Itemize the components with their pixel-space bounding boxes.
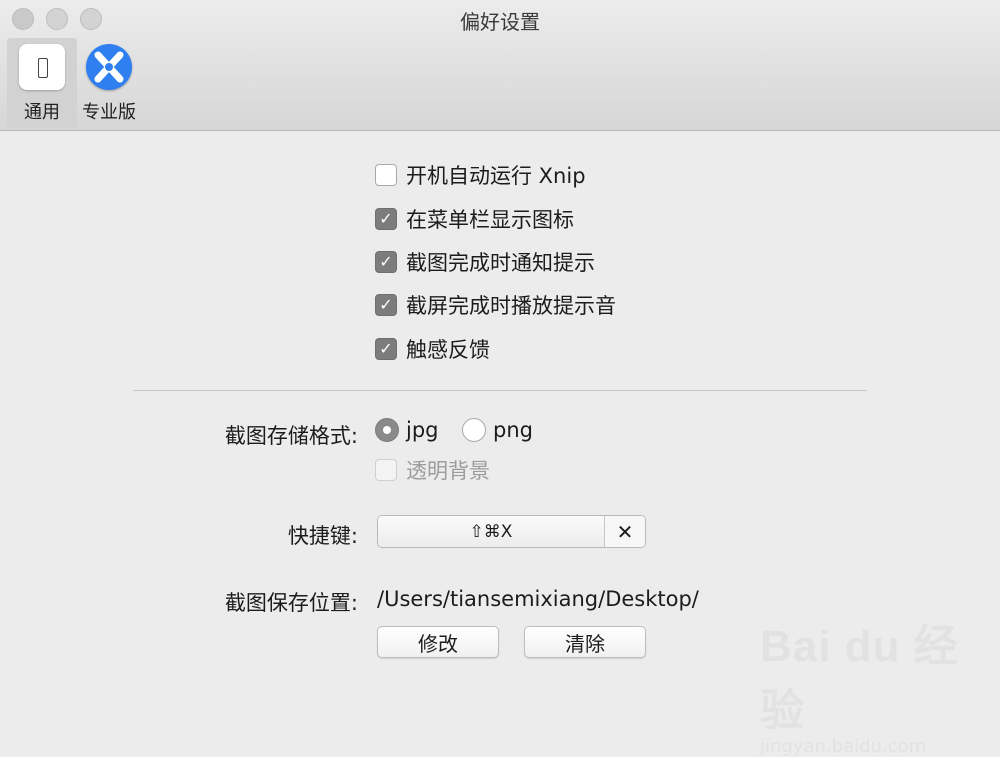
general-icon xyxy=(19,44,65,90)
checkbox-screenshot-notification[interactable]: ✓ xyxy=(375,251,397,273)
checkbox-transparent-background xyxy=(375,459,397,481)
checkbox-play-sound[interactable]: ✓ xyxy=(375,294,397,316)
option-label: 触感反馈 xyxy=(406,338,490,362)
clear-location-button[interactable]: 清除 xyxy=(524,626,646,658)
watermark-brand: Bai du 经验 xyxy=(760,622,959,735)
window-title: 偏好设置 xyxy=(460,10,540,34)
xnip-pro-icon xyxy=(86,44,132,90)
option-label: 在菜单栏显示图标 xyxy=(406,208,574,232)
checkbox-haptic-feedback[interactable]: ✓ xyxy=(375,338,397,360)
tab-general-label: 通用 xyxy=(24,102,60,123)
watermark-url: jingyan.baidu.com xyxy=(760,736,927,757)
option-label: 截图完成时通知提示 xyxy=(406,251,595,275)
option-menubar-icon[interactable]: ✓ 在菜单栏显示图标 xyxy=(375,205,574,233)
radio-jpg-label: jpg xyxy=(406,418,439,442)
tab-pro-label: 专业版 xyxy=(82,102,136,123)
option-screenshot-notification[interactable]: ✓ 截图完成时通知提示 xyxy=(375,248,595,276)
shortcut-keys[interactable]: ⇧⌘X xyxy=(378,516,605,547)
clear-shortcut-icon[interactable]: ✕ xyxy=(605,516,645,547)
section-divider xyxy=(133,390,867,391)
modify-location-button[interactable]: 修改 xyxy=(377,626,499,658)
radio-png-label: png xyxy=(493,418,533,442)
checkbox-menubar-icon[interactable]: ✓ xyxy=(375,208,397,230)
tab-general[interactable]: 通用 xyxy=(7,38,77,128)
checkbox-launch-at-login[interactable] xyxy=(375,164,397,186)
radio-png-button[interactable] xyxy=(462,418,486,442)
option-label: 透明背景 xyxy=(406,459,490,483)
preferences-window: 偏好设置 通用 专业版 开机自动运行 Xnip ✓ 在菜单栏显示图标 ✓ 截图完… xyxy=(0,0,1000,757)
save-location-label: 截图保存位置: xyxy=(224,591,358,615)
option-label: 截屏完成时播放提示音 xyxy=(406,294,616,318)
radio-jpg-button[interactable] xyxy=(375,418,399,442)
titlebar: 偏好设置 通用 专业版 xyxy=(0,0,1000,131)
option-launch-at-login[interactable]: 开机自动运行 Xnip xyxy=(375,161,586,189)
option-haptic-feedback[interactable]: ✓ 触感反馈 xyxy=(375,335,490,363)
shortcut-label: 快捷键: xyxy=(287,524,358,548)
option-transparent-background: 透明背景 xyxy=(375,456,490,484)
save-location-path: /Users/tiansemixiang/Desktop/ xyxy=(377,587,699,611)
baidu-jingyan-watermark: Bai du 经验 jingyan.baidu.com xyxy=(760,610,960,757)
option-play-sound[interactable]: ✓ 截屏完成时播放提示音 xyxy=(375,291,616,319)
format-label: 截图存储格式: xyxy=(224,424,358,448)
option-label: 开机自动运行 Xnip xyxy=(406,164,586,188)
radio-jpg[interactable]: jpg xyxy=(375,418,439,442)
tab-pro[interactable]: 专业版 xyxy=(74,38,144,128)
radio-png[interactable]: png xyxy=(462,418,533,442)
shortcut-recorder[interactable]: ⇧⌘X ✕ xyxy=(377,515,646,548)
